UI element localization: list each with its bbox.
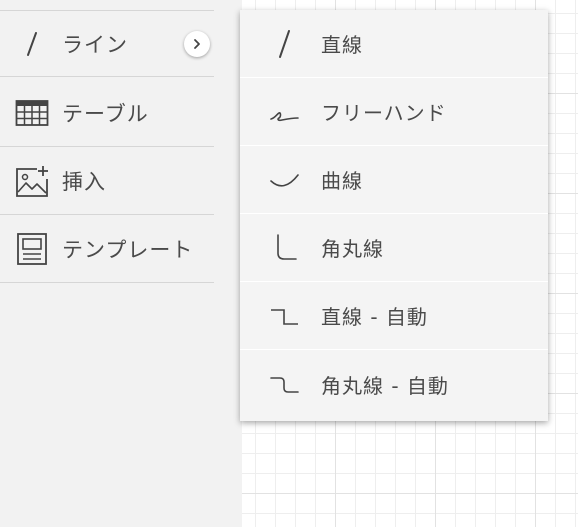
panel-item-label: 挿入 xyxy=(62,170,106,194)
submenu-item-curve[interactable]: 曲線 xyxy=(240,146,548,214)
rounded-corner-line-icon xyxy=(270,233,300,263)
panel-item-insert[interactable]: 挿入 xyxy=(0,148,214,215)
curve-icon xyxy=(270,165,300,195)
panel-item-label: ライン xyxy=(62,32,128,57)
submenu-item-label: フリーハンド xyxy=(321,101,447,125)
panel-item-table[interactable]: テーブル xyxy=(0,80,214,147)
insert-image-icon xyxy=(15,164,49,198)
line-submenu: 直線 フリーハンド 曲線 角丸線 直線 - 自動 角丸線 - 自動 xyxy=(240,10,548,421)
submenu-item-freehand[interactable]: フリーハンド xyxy=(240,78,548,146)
template-icon xyxy=(15,232,49,266)
panel-item-line[interactable]: ライン xyxy=(0,10,214,77)
submenu-item-straight-line[interactable]: 直線 xyxy=(240,10,548,78)
freehand-icon xyxy=(270,97,300,127)
line-icon xyxy=(15,27,49,61)
submenu-item-label: 角丸線 xyxy=(321,237,384,261)
chevron-right-icon[interactable] xyxy=(184,30,210,57)
table-icon xyxy=(15,96,49,130)
submenu-item-rounded-line[interactable]: 角丸線 xyxy=(240,214,548,282)
panel-item-template[interactable]: テンプレート xyxy=(0,216,214,283)
panel-item-label: テーブル xyxy=(62,102,149,126)
submenu-item-label: 角丸線 - 自動 xyxy=(321,373,449,398)
straight-auto-icon xyxy=(270,301,300,331)
submenu-item-straight-auto[interactable]: 直線 - 自動 xyxy=(240,282,548,350)
submenu-item-label: 直線 xyxy=(321,33,363,57)
submenu-item-rounded-auto[interactable]: 角丸線 - 自動 xyxy=(240,350,548,418)
submenu-item-label: 曲線 xyxy=(321,169,363,193)
straight-line-icon xyxy=(270,29,300,59)
rounded-auto-icon xyxy=(270,369,300,399)
panel-item-label: テンプレート xyxy=(62,238,194,262)
submenu-item-label: 直線 - 自動 xyxy=(321,305,428,329)
shape-panel: ライン テーブル 挿入 テンプレート xyxy=(0,0,242,527)
